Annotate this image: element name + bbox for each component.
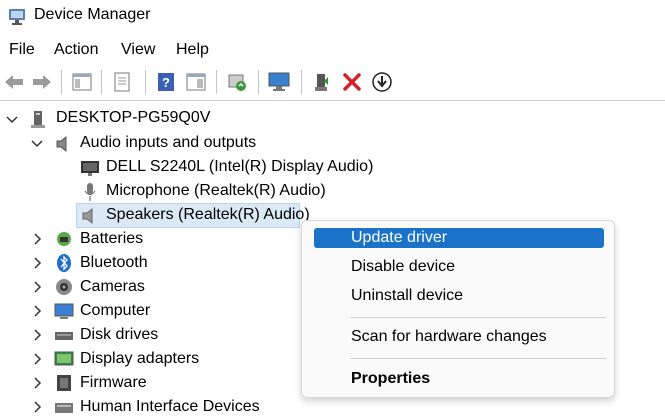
chevron-down-icon[interactable] <box>6 113 18 125</box>
tree-category-audio[interactable]: Audio inputs and outputs <box>80 133 256 153</box>
display-audio-icon <box>81 161 99 176</box>
toolbar-separator <box>301 70 302 94</box>
menu-help[interactable]: Help <box>174 41 211 59</box>
menu-item-update-driver[interactable]: Update driver <box>314 228 604 248</box>
toolbar: ? <box>0 64 665 100</box>
toolbar-separator <box>258 70 259 94</box>
forward-icon[interactable] <box>30 70 54 94</box>
battery-icon <box>57 232 71 246</box>
category-computer[interactable]: Computer <box>80 301 150 321</box>
speaker-icon <box>82 207 93 225</box>
hid-icon <box>55 403 73 413</box>
download-icon[interactable] <box>370 70 394 94</box>
chevron-down-icon[interactable] <box>31 137 43 149</box>
menu-separator <box>350 358 606 359</box>
chevron-right-icon[interactable] <box>31 257 43 269</box>
category-firmware[interactable]: Firmware <box>80 373 147 393</box>
toolbar-separator <box>101 70 102 94</box>
category-cameras[interactable]: Cameras <box>80 277 145 297</box>
device-manager-icon <box>9 9 25 25</box>
title-bar: Device Manager <box>0 0 665 34</box>
menu-item-properties[interactable]: Properties <box>314 369 604 389</box>
back-icon[interactable] <box>2 70 26 94</box>
menu-view[interactable]: View <box>119 41 157 59</box>
update-driver-icon[interactable] <box>225 70 249 94</box>
properties-pane-icon[interactable] <box>70 70 94 94</box>
menu-separator <box>350 317 606 318</box>
toolbar-divider <box>0 100 665 101</box>
device-speakers[interactable]: Speakers (Realtek(R) Audio) <box>106 205 310 225</box>
category-batteries[interactable]: Batteries <box>80 229 143 249</box>
menu-bar: File Action View Help <box>0 36 665 64</box>
microphone-icon <box>84 183 96 201</box>
camera-icon <box>56 279 72 295</box>
chevron-right-icon[interactable] <box>31 377 43 389</box>
firmware-icon <box>57 375 71 391</box>
menu-file[interactable]: File <box>7 41 37 59</box>
context-menu: Update driver Disable device Uninstall d… <box>301 220 615 398</box>
monitor-scan-icon[interactable] <box>267 70 291 94</box>
svg-text:?: ? <box>162 75 170 90</box>
computer-tower-icon <box>31 111 45 128</box>
menu-item-scan-hardware[interactable]: Scan for hardware changes <box>314 327 604 347</box>
chevron-right-icon[interactable] <box>31 401 43 413</box>
chevron-right-icon[interactable] <box>31 281 43 293</box>
device-microphone[interactable]: Microphone (Realtek(R) Audio) <box>106 181 326 201</box>
window-title: Device Manager <box>34 6 151 23</box>
toolbar-separator <box>61 70 62 94</box>
menu-item-uninstall-device[interactable]: Uninstall device <box>314 286 604 306</box>
uninstall-icon[interactable] <box>340 70 364 94</box>
category-hid[interactable]: Human Interface Devices <box>80 397 260 417</box>
bluetooth-icon <box>57 254 71 272</box>
add-driver-icon[interactable] <box>310 70 334 94</box>
view-pane-icon[interactable] <box>184 70 208 94</box>
menu-item-disable-device[interactable]: Disable device <box>314 257 604 277</box>
toolbar-separator <box>145 70 146 94</box>
category-disk-drives[interactable]: Disk drives <box>80 325 158 345</box>
category-bluetooth[interactable]: Bluetooth <box>80 253 148 273</box>
menu-action[interactable]: Action <box>52 41 100 59</box>
help-icon[interactable]: ? <box>154 70 178 94</box>
chevron-right-icon[interactable] <box>31 305 43 317</box>
speaker-icon <box>56 135 67 153</box>
computer-icon <box>54 303 74 319</box>
display-adapter-icon <box>54 351 74 366</box>
disk-drive-icon <box>55 332 73 340</box>
chevron-right-icon[interactable] <box>31 329 43 341</box>
chevron-right-icon[interactable] <box>31 233 43 245</box>
document-icon[interactable] <box>110 70 134 94</box>
category-display-adapters[interactable]: Display adapters <box>80 349 199 369</box>
toolbar-separator <box>216 70 217 94</box>
tree-root-label[interactable]: DESKTOP-PG59Q0V <box>56 108 210 128</box>
device-dell-audio[interactable]: DELL S2240L (Intel(R) Display Audio) <box>106 157 373 177</box>
chevron-right-icon[interactable] <box>31 353 43 365</box>
